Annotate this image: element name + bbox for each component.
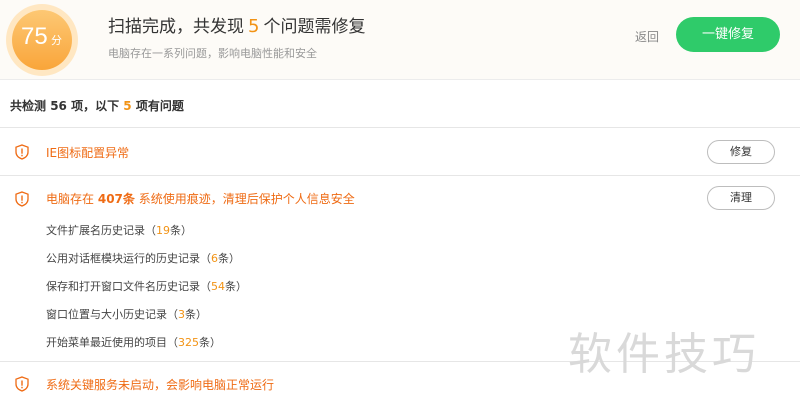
item-paren: （ bbox=[145, 224, 156, 237]
issue-title-prefix: 电脑存在 bbox=[46, 192, 95, 206]
scan-result-header: 75 分 扫描完成，共发现 5 个问题需修复 电脑存在一系列问题，影响电脑性能和安全… bbox=[0, 0, 800, 80]
item-unit: 条） bbox=[185, 308, 207, 321]
list-item: 保存和打开窗口文件名历史记录（54条） bbox=[46, 278, 247, 306]
item-count: 54 bbox=[211, 280, 225, 293]
shield-warning-icon bbox=[15, 376, 29, 392]
item-paren: （ bbox=[167, 308, 178, 321]
item-unit: 条） bbox=[225, 280, 247, 293]
score-badge: 75 分 bbox=[6, 4, 78, 76]
repair-button[interactable]: 修复 bbox=[707, 140, 775, 164]
title-prefix: 扫描完成，共发现 bbox=[108, 17, 244, 37]
item-label: 开始菜单最近使用的项目 bbox=[46, 336, 167, 349]
title-suffix: 个问题需修复 bbox=[263, 17, 366, 37]
score-unit: 分 bbox=[51, 34, 62, 47]
summary-problems: 5 bbox=[123, 99, 132, 113]
list-item: 文件扩展名历史记录（19条） bbox=[46, 222, 247, 250]
item-label: 窗口位置与大小历史记录 bbox=[46, 308, 167, 321]
summary-total: 56 bbox=[50, 99, 67, 113]
page-subtitle: 电脑存在一系列问题，影响电脑性能和安全 bbox=[108, 47, 317, 60]
item-count: 3 bbox=[178, 308, 185, 321]
list-item: 开始菜单最近使用的项目（325条） bbox=[46, 334, 247, 362]
scan-summary: 共检测 56 项，以下 5 项有问题 bbox=[0, 80, 800, 128]
trace-count: 407条 bbox=[97, 192, 135, 206]
item-paren: （ bbox=[167, 336, 178, 349]
score-circle: 75 分 bbox=[12, 10, 72, 70]
item-count: 6 bbox=[211, 252, 218, 265]
summary-prefix: 共检测 bbox=[10, 99, 47, 113]
issue-title: IE图标配置异常 bbox=[46, 146, 130, 160]
issue-title: 电脑存在 407条 系统使用痕迹，清理后保护个人信息安全 bbox=[46, 190, 355, 207]
item-paren: （ bbox=[200, 280, 211, 293]
summary-suffix: 项有问题 bbox=[135, 99, 184, 113]
summary-middle: 项，以下 bbox=[71, 99, 120, 113]
issue-count: 5 bbox=[248, 16, 260, 37]
shield-warning-icon bbox=[15, 191, 29, 207]
item-unit: 条） bbox=[218, 252, 240, 265]
fix-all-button[interactable]: 一键修复 bbox=[676, 17, 780, 52]
item-label: 文件扩展名历史记录 bbox=[46, 224, 145, 237]
item-unit: 条） bbox=[170, 224, 192, 237]
issue-title-suffix: 系统使用痕迹，清理后保护个人信息安全 bbox=[138, 192, 355, 206]
clean-button[interactable]: 清理 bbox=[707, 186, 775, 210]
shield-warning-icon bbox=[15, 144, 29, 160]
back-link[interactable]: 返回 bbox=[635, 28, 659, 45]
page-title: 扫描完成，共发现 5 个问题需修复 bbox=[108, 12, 365, 37]
item-label: 公用对话框模块运行的历史记录 bbox=[46, 252, 200, 265]
item-label: 保存和打开窗口文件名历史记录 bbox=[46, 280, 200, 293]
score-value: 75 bbox=[21, 23, 48, 50]
item-unit: 条） bbox=[199, 336, 221, 349]
item-count: 325 bbox=[178, 336, 199, 349]
issue-row-ie-icon: IE图标配置异常 修复 bbox=[0, 129, 800, 176]
list-item: 公用对话框模块运行的历史记录（6条） bbox=[46, 250, 247, 278]
summary-text: 共检测 56 项，以下 5 项有问题 bbox=[10, 97, 184, 114]
trace-detail-list: 文件扩展名历史记录（19条） 公用对话框模块运行的历史记录（6条） 保存和打开窗… bbox=[46, 222, 247, 362]
item-count: 19 bbox=[156, 224, 170, 237]
item-paren: （ bbox=[200, 252, 211, 265]
watermark: 软件技巧 bbox=[568, 329, 760, 380]
issue-title: 系统关键服务未启动，会影响电脑正常运行 bbox=[46, 378, 275, 392]
list-item: 窗口位置与大小历史记录（3条） bbox=[46, 306, 247, 334]
